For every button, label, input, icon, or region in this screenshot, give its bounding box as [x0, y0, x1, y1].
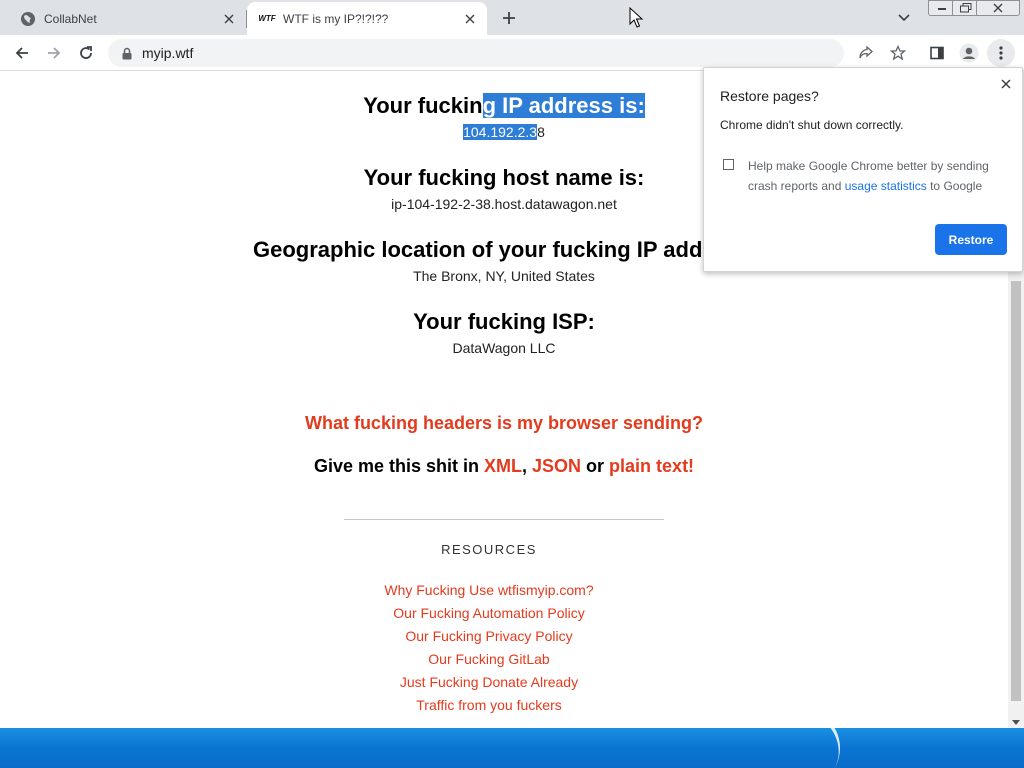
arrow-right-icon [48, 47, 61, 59]
side-panel-icon [930, 46, 944, 60]
forward-button[interactable] [40, 39, 68, 67]
tab-strip: CollabNet WTF WTF is my IP?!?!?? [0, 0, 1024, 35]
close-icon[interactable] [998, 76, 1014, 92]
arrow-left-icon [15, 47, 28, 59]
xml-link[interactable]: XML [484, 456, 522, 476]
tab-title: CollabNet [44, 11, 97, 26]
headers-link[interactable]: What fucking headers is my browser sendi… [0, 413, 1008, 434]
formats-or: or [581, 456, 610, 476]
ip-value-rest: 8 [537, 124, 545, 140]
formats-comma: , [521, 456, 532, 476]
divider [344, 519, 664, 520]
mouse-cursor-icon [629, 7, 644, 28]
reload-icon [80, 46, 92, 59]
taskbar [0, 728, 1024, 768]
usage-statistics-link[interactable]: usage statistics [845, 179, 927, 193]
restore-button[interactable]: Restore [935, 224, 1007, 255]
formats-row: Give me this shit in XML, JSON or plain … [0, 456, 1008, 477]
tab-title: WTF is my IP?!?!?? [283, 11, 389, 26]
tab-close-icon[interactable] [461, 10, 479, 28]
isp-value: DataWagon LLC [452, 340, 556, 356]
menu-button[interactable] [987, 39, 1015, 67]
new-tab-button[interactable] [498, 7, 520, 29]
tab-collabnet[interactable]: CollabNet [8, 2, 246, 35]
minimize-icon [938, 8, 946, 10]
restore-window-icon [960, 3, 972, 13]
bookmark-button[interactable] [884, 39, 912, 67]
tab-search-button[interactable] [894, 8, 914, 28]
resources-title: RESOURCES [441, 542, 537, 557]
scrollbar-thumb[interactable] [1011, 281, 1021, 701]
scroll-down-icon[interactable] [1012, 718, 1020, 726]
favicon-text: WTF [258, 14, 276, 23]
checkbox-label: Help make Google Chrome better by sendin… [748, 156, 1008, 196]
isp-heading: Your fucking ISP: [413, 309, 595, 334]
json-link[interactable]: JSON [532, 456, 581, 476]
url-text: myip.wtf [142, 45, 194, 61]
ip-heading-selected: g IP address is: [482, 93, 645, 118]
resource-link[interactable]: Our Fucking GitLab [0, 651, 993, 667]
chevron-down-icon [898, 14, 910, 22]
share-icon [859, 45, 873, 59]
address-bar[interactable]: myip.wtf [108, 39, 844, 67]
ip-value-selected: 104.192.2.3 [463, 124, 538, 140]
star-icon [890, 45, 906, 61]
plain-text-link[interactable]: plain text! [609, 456, 694, 476]
close-icon [993, 3, 1003, 13]
wtf-favicon-icon: WTF [258, 11, 276, 27]
resource-link[interactable]: Why Fucking Use wtfismyip.com? [0, 582, 993, 598]
checkbox-label-suffix: to Google [926, 179, 983, 193]
resource-link[interactable]: Just Fucking Donate Already [0, 674, 993, 690]
lock-icon [120, 45, 134, 61]
dialog-title: Restore pages? [720, 88, 819, 104]
kebab-menu-icon [999, 46, 1003, 60]
reload-button[interactable] [72, 39, 100, 67]
resource-link[interactable]: Our Fucking Automation Policy [0, 605, 993, 621]
share-button[interactable] [852, 39, 880, 67]
formats-prefix: Give me this shit in [313, 456, 484, 476]
resource-link[interactable]: Traffic from you fuckers [0, 697, 993, 713]
profile-button[interactable] [955, 39, 983, 67]
restore-pages-dialog: Restore pages? Chrome didn't shut down c… [703, 67, 1023, 272]
browser-toolbar: myip.wtf [0, 35, 1024, 71]
back-button[interactable] [8, 39, 36, 67]
close-window-button[interactable] [976, 0, 1020, 16]
side-panel-button[interactable] [923, 39, 951, 67]
tab-wtf-ip[interactable]: WTF WTF is my IP?!?!?? [247, 2, 487, 35]
ip-heading-text: Your fuckin [363, 93, 483, 118]
resource-link[interactable]: Our Fucking Privacy Policy [0, 628, 993, 644]
wallpaper-streak [744, 728, 856, 768]
plus-icon [503, 12, 515, 24]
avatar-icon [959, 43, 979, 63]
crash-report-checkbox[interactable] [723, 159, 734, 170]
globe-icon [20, 11, 36, 27]
tab-close-icon[interactable] [220, 10, 238, 28]
dialog-message: Chrome didn't shut down correctly. [720, 118, 904, 132]
